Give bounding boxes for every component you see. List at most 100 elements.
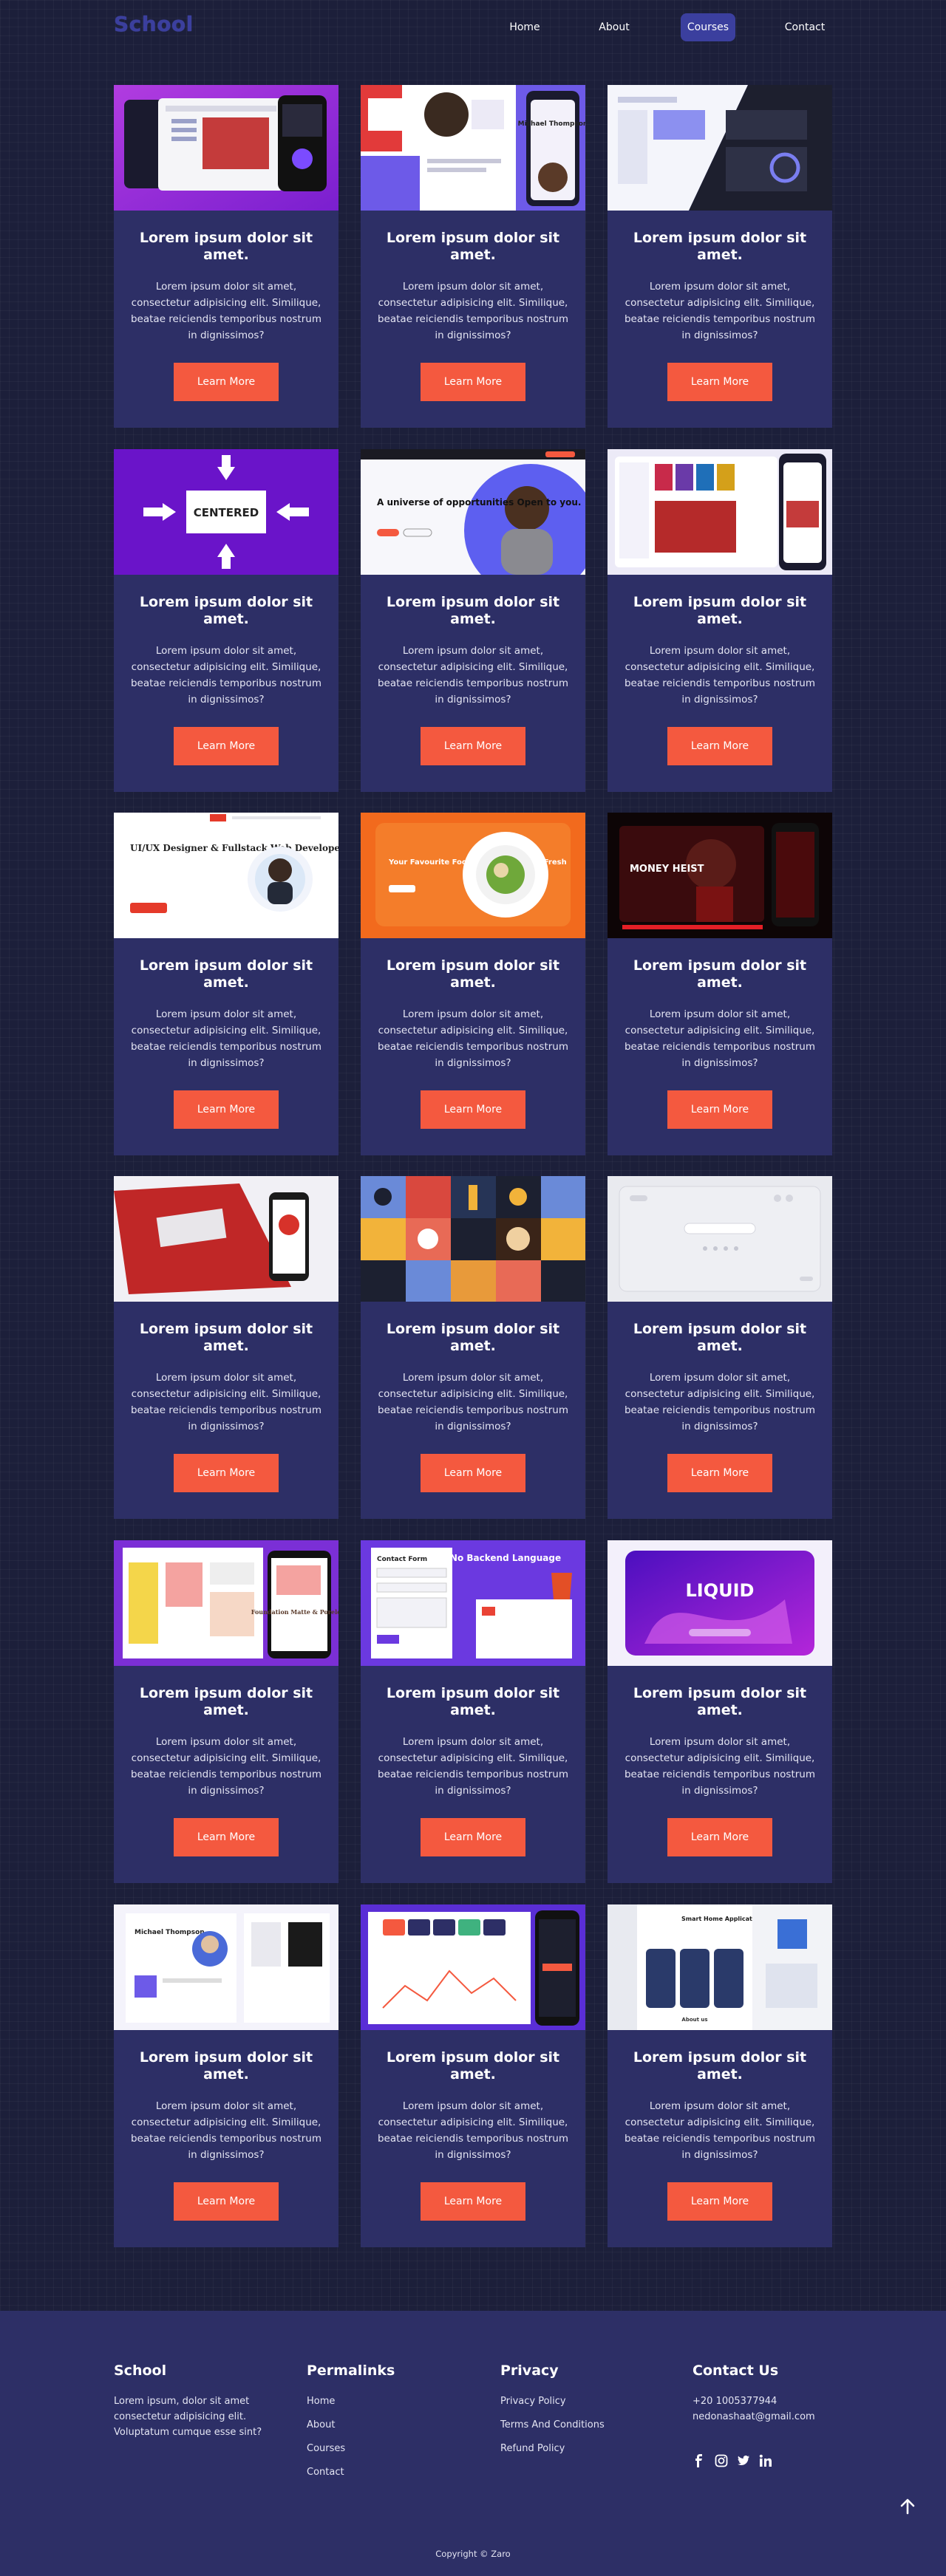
learn-more-button[interactable]: Learn More [174,363,279,401]
footer-link-contact[interactable]: Contact [307,2464,455,2480]
svg-text:Foundation Matte & Poreless: Foundation Matte & Poreless [251,1608,338,1616]
learn-more-button[interactable]: Learn More [421,1818,525,1856]
footer-link-terms[interactable]: Terms And Conditions [500,2417,648,2433]
learn-more-button[interactable]: Learn More [421,727,525,765]
learn-more-button[interactable]: Learn More [421,363,525,401]
footer-permalinks: Permalinks Home About Courses Contact [307,2363,455,2488]
course-card: A universe of opportunities Open to you.… [361,449,585,792]
learn-more-button[interactable]: Learn More [174,1454,279,1492]
footer-link-courses[interactable]: Courses [307,2441,455,2456]
site-footer: School Lorem ipsum, dolor sit amet conse… [0,2311,946,2576]
learn-more-button[interactable]: Learn More [174,2182,279,2221]
learn-more-button[interactable]: Learn More [667,2182,772,2221]
footer-description: Lorem ipsum, dolor sit amet consectetur … [114,2396,262,2438]
card-description: Lorem ipsum dolor sit amet, consectetur … [624,645,816,706]
course-card: CENTERED Lorem ipsum dolor sit amet. Lor… [114,449,338,792]
course-card: Your Favourite Food Delivered Hot & Fres… [361,813,585,1155]
learn-more-button[interactable]: Learn More [421,2182,525,2221]
course-thumbnail: CENTERED [114,449,338,575]
thumbnail-text: No Backend Language [450,1553,561,1563]
svg-text:MONEY HEIST: MONEY HEIST [630,864,704,875]
twitter-icon[interactable] [737,2454,750,2467]
linkedin-icon[interactable] [759,2454,772,2467]
instagram-icon[interactable] [715,2454,728,2467]
thumbnail-text: Michael Thompson [518,120,585,128]
svg-text:Smart Home Application: Smart Home Application [681,1916,763,1922]
footer-link-home[interactable]: Home [307,2394,455,2409]
card-description: Lorem ipsum dolor sit amet, consectetur … [377,645,569,706]
card-description: Lorem ipsum dolor sit amet, consectetur … [624,1008,816,1069]
card-description: Lorem ipsum dolor sit amet, consectetur … [624,2100,816,2161]
learn-more-button[interactable]: Learn More [174,727,279,765]
arrow-up-icon[interactable] [898,2497,917,2516]
card-title: Lorem ipsum dolor sit amet. [139,230,313,263]
learn-more-button[interactable]: Learn More [667,363,772,401]
course-thumbnail: MONEY HEIST [608,813,832,938]
footer-heading: School [114,2363,167,2379]
footer-privacy: Privacy Privacy Policy Terms And Conditi… [500,2363,648,2464]
card-description: Lorem ipsum dolor sit amet, consectetur … [130,1372,322,1432]
svg-text:About us: About us [681,2017,707,2023]
course-thumbnail [114,1176,338,1302]
learn-more-button[interactable]: Learn More [667,1090,772,1129]
card-title: Lorem ipsum dolor sit amet. [386,594,560,627]
nav-home[interactable]: Home [501,13,548,41]
card-title: Lorem ipsum dolor sit amet. [386,1685,560,1718]
nav-about[interactable]: About [591,13,638,41]
card-title: Lorem ipsum dolor sit amet. [633,1321,807,1354]
card-description: Lorem ipsum dolor sit amet, consectetur … [624,281,816,341]
svg-text:LIQUID: LIQUID [686,1580,755,1601]
card-title: Lorem ipsum dolor sit amet. [386,1321,560,1354]
card-title: Lorem ipsum dolor sit amet. [139,594,313,627]
card-description: Lorem ipsum dolor sit amet, consectetur … [130,281,322,341]
course-card: MONEY HEIST Lorem ipsum dolor sit amet. … [608,813,832,1155]
learn-more-button[interactable]: Learn More [667,1454,772,1492]
learn-more-button[interactable]: Learn More [667,1818,772,1856]
course-card: Lorem ipsum dolor sit amet. Lorem ipsum … [608,449,832,792]
social-links [693,2454,855,2467]
card-title: Lorem ipsum dolor sit amet. [633,2049,807,2083]
card-title: Lorem ipsum dolor sit amet. [139,957,313,991]
copyright: Copyright © Zaro [435,2549,511,2559]
learn-more-button[interactable]: Learn More [174,1090,279,1129]
svg-text:UI/UX Designer & Fullstack Web: UI/UX Designer & Fullstack Web Developer [130,843,338,853]
card-description: Lorem ipsum dolor sit amet, consectetur … [377,1736,569,1797]
footer-email[interactable]: nedonashaat@gmail.com [693,2409,855,2425]
card-title: Lorem ipsum dolor sit amet. [139,1685,313,1718]
learn-more-button[interactable]: Learn More [667,727,772,765]
course-card: Contact Form No Backend Language Lorem i… [361,1540,585,1883]
course-thumbnail [608,449,832,575]
footer-phone: +20 1005377944 [693,2396,777,2407]
card-title: Lorem ipsum dolor sit amet. [139,1321,313,1354]
footer-heading: Privacy [500,2363,559,2379]
course-thumbnail: Michael Thompson [114,1904,338,2030]
course-thumbnail: LIQUID [608,1540,832,1666]
course-card: Lorem ipsum dolor sit amet. Lorem ipsum … [361,1176,585,1519]
learn-more-button[interactable]: Learn More [174,1818,279,1856]
course-card: LIQUID Lorem ipsum dolor sit amet. Lorem… [608,1540,832,1883]
course-card: Michael Thompson Lorem ipsum dolor sit a… [361,85,585,428]
nav-courses[interactable]: Courses [681,13,735,41]
learn-more-button[interactable]: Learn More [421,1454,525,1492]
card-description: Lorem ipsum dolor sit amet, consectetur … [377,2100,569,2161]
course-card: Lorem ipsum dolor sit amet. Lorem ipsum … [114,1176,338,1519]
card-title: Lorem ipsum dolor sit amet. [633,594,807,627]
facebook-icon[interactable] [693,2454,706,2467]
learn-more-button[interactable]: Learn More [421,1090,525,1129]
svg-text:Michael Thompson: Michael Thompson [135,1929,205,1936]
course-card: Smart Home Application About us Lorem ip… [608,1904,832,2247]
card-description: Lorem ipsum dolor sit amet, consectetur … [377,1008,569,1069]
footer-heading: Contact Us [693,2363,779,2379]
course-thumbnail: Your Favourite Food Delivered Hot & Fres… [361,813,585,938]
course-thumbnail: A universe of opportunities Open to you. [361,449,585,575]
card-description: Lorem ipsum dolor sit amet, consectetur … [377,1372,569,1432]
main-nav: Home About Courses Contact [0,13,946,41]
card-description: Lorem ipsum dolor sit amet, consectetur … [130,1008,322,1069]
footer-link-about[interactable]: About [307,2417,455,2433]
card-description: Lorem ipsum dolor sit amet, consectetur … [130,645,322,706]
nav-contact[interactable]: Contact [779,13,831,41]
card-title: Lorem ipsum dolor sit amet. [633,957,807,991]
card-description: Lorem ipsum dolor sit amet, consectetur … [624,1736,816,1797]
footer-link-privacy-policy[interactable]: Privacy Policy [500,2394,648,2409]
footer-link-refund[interactable]: Refund Policy [500,2441,648,2456]
